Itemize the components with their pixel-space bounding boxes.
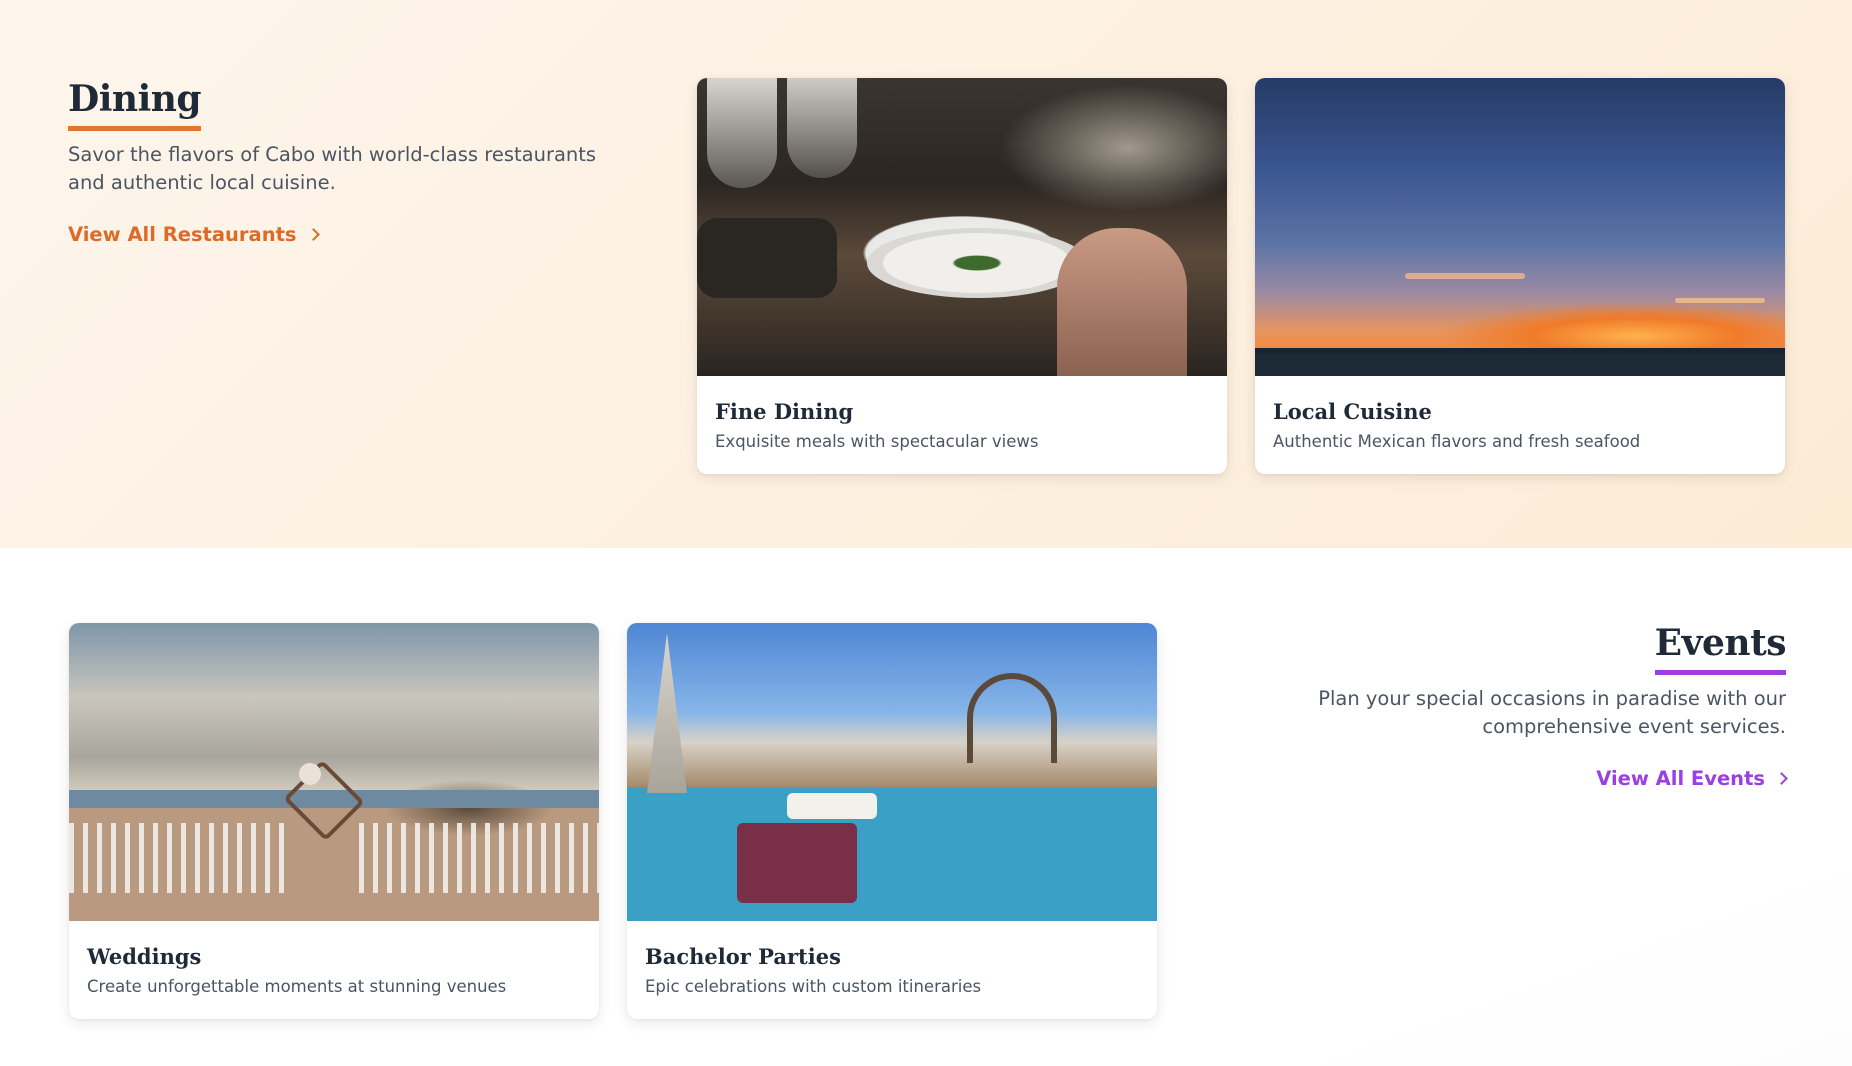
fine-dining-subtitle: Exquisite meals with spectacular views bbox=[715, 432, 1039, 451]
dining-section: Dining Savor the flavors of Cabo with wo… bbox=[0, 0, 1852, 548]
bachelor-parties-title: Bachelor Parties bbox=[645, 944, 841, 969]
weddings-body: Weddings Create unforgettable moments at… bbox=[69, 921, 599, 999]
events-description: Plan your special occasions in paradise … bbox=[1318, 687, 1786, 738]
weddings-card[interactable]: Weddings Create unforgettable moments at… bbox=[69, 623, 599, 1019]
chevron-right-icon bbox=[1775, 772, 1788, 785]
local-cuisine-body: Local Cuisine Authentic Mexican flavors … bbox=[1255, 376, 1785, 454]
view-all-restaurants-label: View All Restaurants bbox=[68, 223, 297, 246]
events-intro: Events Plan your special occasions in pa… bbox=[1226, 620, 1788, 790]
fine-dining-body: Fine Dining Exquisite meals with spectac… bbox=[697, 376, 1227, 454]
bachelor-parties-subtitle: Epic celebrations with custom itinerarie… bbox=[645, 977, 982, 996]
local-cuisine-card[interactable]: Local Cuisine Authentic Mexican flavors … bbox=[1255, 78, 1785, 474]
dining-description: Savor the flavors of Cabo with world-cla… bbox=[68, 143, 597, 194]
bachelor-parties-body: Bachelor Parties Epic celebrations with … bbox=[627, 921, 1157, 999]
fine-dining-image bbox=[697, 78, 1227, 376]
weddings-image bbox=[69, 623, 599, 921]
events-title: Events bbox=[1654, 620, 1787, 675]
weddings-title: Weddings bbox=[87, 944, 202, 969]
bachelor-parties-image bbox=[627, 623, 1157, 921]
weddings-subtitle: Create unforgettable moments at stunning… bbox=[87, 977, 507, 996]
view-all-events-link[interactable]: View All Events bbox=[1596, 767, 1788, 790]
dining-title: Dining bbox=[68, 76, 202, 131]
local-cuisine-title: Local Cuisine bbox=[1273, 399, 1432, 424]
view-all-events-label: View All Events bbox=[1596, 767, 1765, 790]
chevron-right-icon bbox=[306, 228, 320, 241]
events-section: Weddings Create unforgettable moments at… bbox=[0, 548, 1852, 1066]
dining-intro: Dining Savor the flavors of Cabo with wo… bbox=[68, 76, 628, 246]
local-cuisine-subtitle: Authentic Mexican flavors and fresh seaf… bbox=[1273, 432, 1641, 451]
fine-dining-card[interactable]: Fine Dining Exquisite meals with spectac… bbox=[697, 78, 1227, 474]
fine-dining-title: Fine Dining bbox=[715, 399, 854, 424]
bachelor-parties-card[interactable]: Bachelor Parties Epic celebrations with … bbox=[627, 623, 1157, 1019]
local-cuisine-image bbox=[1255, 78, 1785, 376]
view-all-restaurants-link[interactable]: View All Restaurants bbox=[68, 223, 320, 246]
